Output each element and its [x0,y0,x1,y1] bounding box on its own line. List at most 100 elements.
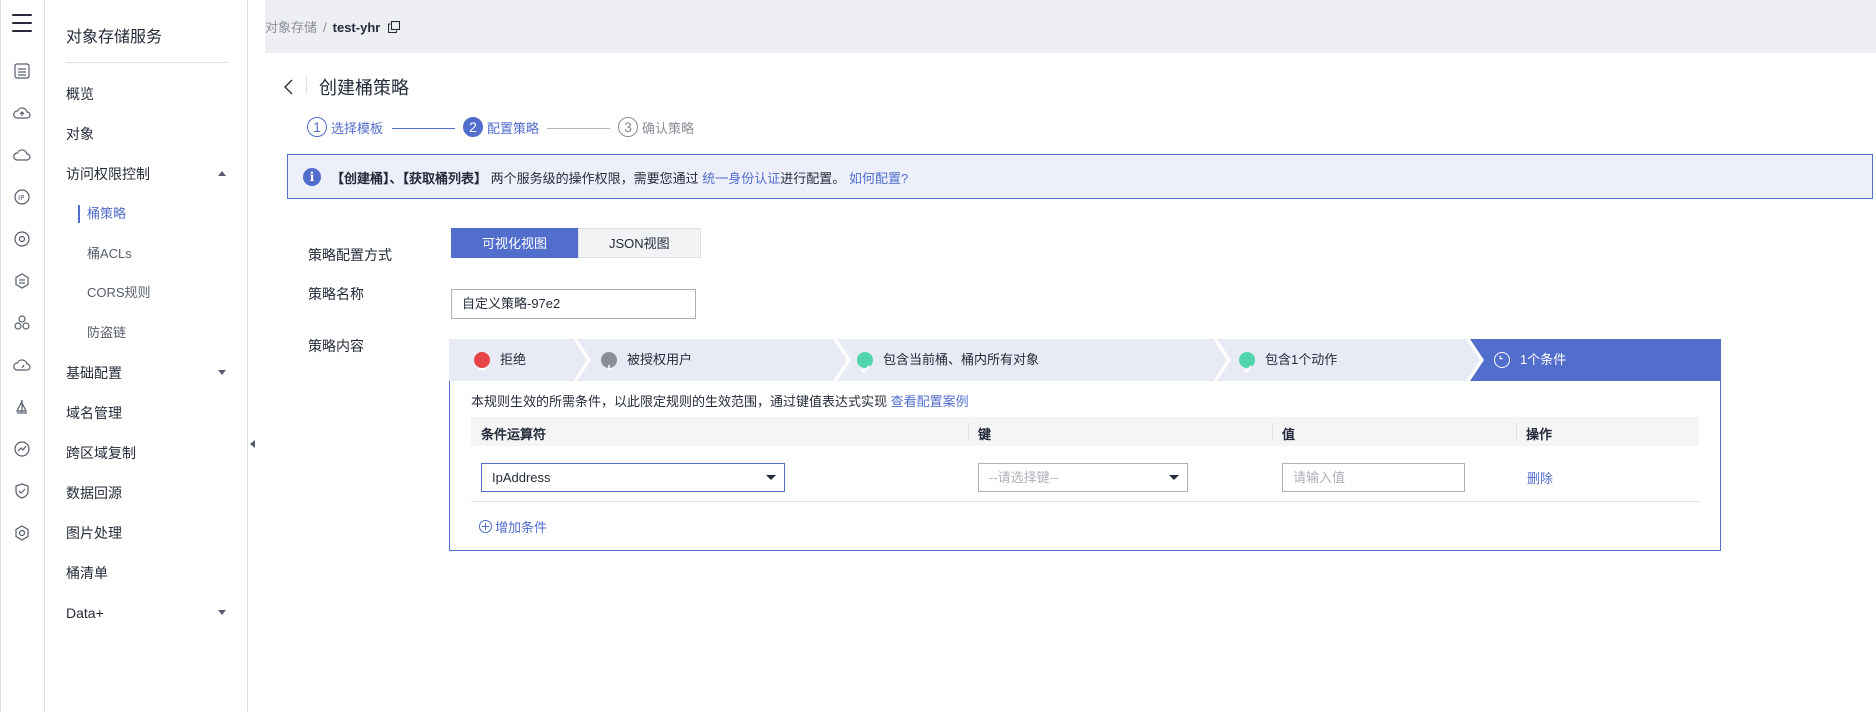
step-label: 选择模板 [331,120,384,136]
info-alert: i 【创建桶】、【获取桶列表】 两个服务级的操作权限，需要您通过 统一身份认证进… [287,154,1873,199]
page-title: 创建桶策略 [319,78,409,98]
sidebar-divider [66,62,229,63]
sidebar-item-image-processing[interactable]: 图片处理 [66,521,236,545]
title-divider [306,76,307,94]
sidebar-item-cross-region[interactable]: 跨区域复制 [66,441,236,465]
visual-view-button[interactable]: 可视化视图 [451,228,579,258]
plus-circle-icon [479,520,492,533]
header-operator: 条件运算符 [481,427,547,442]
sidebar-item-bucket-acls[interactable]: 桶ACLs [87,242,257,266]
step-connector [392,128,455,129]
step-3[interactable]: 3 确认策略 [618,117,694,137]
json-view-button[interactable]: JSON视图 [578,228,701,258]
alert-text: 【创建桶】、【获取桶列表】 两个服务级的操作权限，需要您通过 统一身份认证进行配… [331,168,908,187]
tab-label: 拒绝 [500,352,527,367]
step-connector [547,128,610,129]
tab-principal[interactable]: 被授权用户 [601,339,692,381]
cluster-icon[interactable] [12,313,32,333]
add-condition-label: 增加条件 [495,520,548,535]
view-examples-link[interactable]: 查看配置案例 [891,394,969,409]
value-placeholder: 请输入值 [1293,470,1346,485]
menu-icon[interactable] [12,14,32,32]
breadcrumb-bar: 对象存储 / test-yhr [265,0,1876,53]
sidebar: 对象存储服务 概览 对象 访问权限控制 桶策略 桶ACLs CORS规则 防盗链… [45,0,248,712]
back-arrow-icon[interactable] [282,77,296,95]
breadcrumb-current: test-yhr [332,20,381,35]
conditions-panel: 本规则生效的所需条件，以此限定规则的生效范围，通过键值表达式实现 查看配置案例 … [449,381,1721,551]
column-divider [968,423,969,440]
content-label: 策略内容 [308,338,364,354]
step-2[interactable]: 2 配置策略 [463,117,539,137]
check-icon [1239,351,1255,373]
add-condition-button[interactable]: 增加条件 [479,517,547,536]
step-number: 2 [463,117,483,137]
sidebar-item-basic-config[interactable]: 基础配置 [66,361,236,385]
sail-icon[interactable] [12,397,32,417]
alert-bold: 【创建桶】、【获取桶列表】 [331,171,488,186]
cloud-gauge-icon[interactable] [12,355,32,375]
sidebar-item-access-control[interactable]: 访问权限控制 [66,162,236,186]
chevron-down-icon [218,370,226,375]
tab-label: 包含1个动作 [1265,352,1338,367]
ip-icon[interactable]: IP [12,187,32,207]
check-icon [857,351,873,373]
sidebar-item-bucket-policy[interactable]: 桶策略 [78,202,257,226]
clock-icon [601,351,617,370]
row-divider [471,501,1699,502]
breadcrumb-root[interactable]: 对象存储 [265,20,317,35]
chart-circle-icon[interactable] [12,439,32,459]
policy-tabs: 拒绝 被授权用户 包含当前桶、桶内所有对象 包含1个动作 1个条件 [449,339,1721,381]
tab-effect[interactable]: 拒绝 [474,339,526,381]
tab-conditions[interactable]: 1个条件 [1494,339,1566,381]
info-icon: i [303,168,321,186]
hex-badge-icon[interactable] [12,523,32,543]
tab-label: 被授权用户 [627,352,693,367]
sidebar-item-objects[interactable]: 对象 [66,122,236,146]
step-number: 3 [618,117,638,137]
name-label: 策略名称 [308,286,364,302]
alert-text-1: 两个服务级的操作权限，需要您通过 [490,171,699,186]
sidebar-item-label: 基础配置 [66,365,122,381]
step-label: 配置策略 [487,120,540,136]
sidebar-collapse-toggle[interactable] [248,402,260,486]
sidebar-item-label: 访问权限控制 [66,166,150,182]
operator-select[interactable]: IpAddress [481,463,785,492]
cloud-icon[interactable] [12,145,32,165]
storage-list-icon[interactable] [12,61,32,81]
value-input[interactable]: 请输入值 [1282,463,1465,492]
policy-name-input[interactable]: 自定义策略-97e2 [451,289,696,319]
operator-value: IpAddress [492,470,551,485]
deny-icon [474,351,490,370]
sidebar-item-inventory[interactable]: 桶清单 [66,561,236,585]
sidebar-item-overview[interactable]: 概览 [66,82,236,106]
column-divider [1516,423,1517,440]
chevron-up-icon [218,171,226,176]
shield-icon[interactable] [12,481,32,501]
tab-actions[interactable]: 包含1个动作 [1239,339,1337,381]
step-number: 1 [307,117,327,137]
hexagon-icon[interactable] [12,271,32,291]
main-content: 创建桶策略 1 选择模板 2 配置策略 3 确认策略 i 【创建桶】、【获取桶列表】 … [265,53,1876,712]
sidebar-item-data-plus[interactable]: Data+ [66,601,236,625]
key-select[interactable]: --请选择键-- [978,463,1188,492]
sidebar-item-hotlink[interactable]: 防盗链 [87,321,257,345]
eye-icon[interactable] [12,229,32,249]
chevron-down-icon [218,610,226,615]
copy-icon[interactable] [388,20,401,34]
breadcrumb: 对象存储 / test-yhr [265,17,401,36]
tab-resources[interactable]: 包含当前桶、桶内所有对象 [857,339,1039,381]
header-key: 键 [978,427,992,442]
clock-icon [1494,351,1510,368]
step-1[interactable]: 1 选择模板 [307,117,383,137]
breadcrumb-separator: / [323,20,327,35]
header-value: 值 [1282,427,1296,442]
sidebar-item-back-to-source[interactable]: 数据回源 [66,481,236,505]
sidebar-item-domain[interactable]: 域名管理 [66,401,236,425]
iam-link[interactable]: 统一身份认证 [702,171,780,186]
cloud-up-icon[interactable] [12,103,32,123]
delete-button[interactable]: 删除 [1527,468,1553,487]
conditions-description: 本规则生效的所需条件，以此限定规则的生效范围，通过键值表达式实现 查看配置案例 [471,391,969,410]
how-to-config-link[interactable]: 如何配置? [849,171,908,186]
sidebar-item-cors[interactable]: CORS规则 [87,281,257,305]
mode-switch: 可视化视图 JSON视图 [451,228,701,258]
